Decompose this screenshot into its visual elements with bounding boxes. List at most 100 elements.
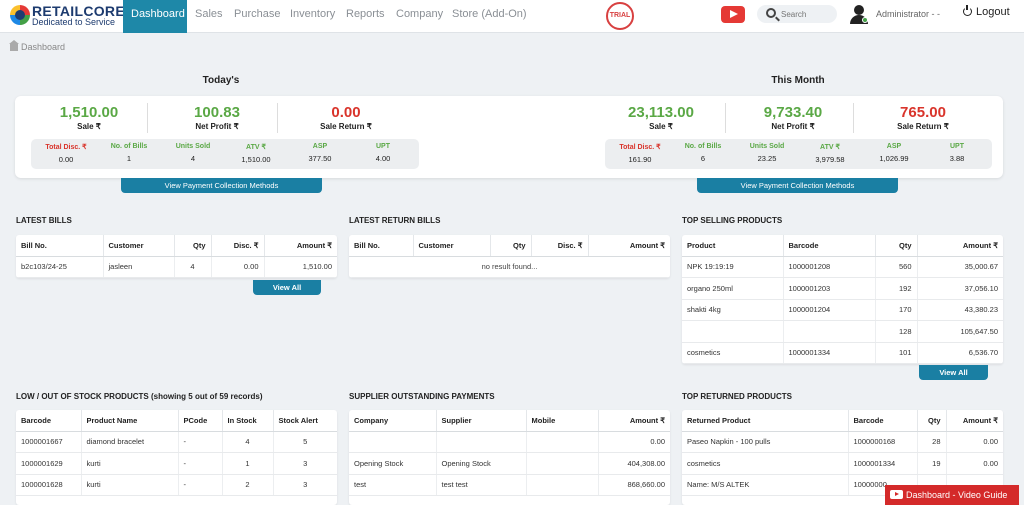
- column-header[interactable]: Amount ₹: [264, 235, 337, 257]
- month-sale-kpi: 23,113.00 Sale ₹: [596, 104, 726, 131]
- nav-inventory[interactable]: Inventory: [282, 0, 343, 33]
- home-icon: [9, 40, 19, 51]
- cell: 37,056.10: [917, 277, 1003, 300]
- stat-label: ASP: [312, 143, 328, 150]
- nav-purchase[interactable]: Purchase: [226, 0, 288, 33]
- search-box[interactable]: [757, 5, 837, 23]
- kpi-value: 9,733.40: [763, 104, 823, 121]
- video-guide-button[interactable]: Dashboard - Video Guide: [885, 485, 1019, 505]
- column-header[interactable]: Disc. ₹: [531, 235, 589, 257]
- cell: 1000001667: [16, 431, 82, 453]
- cell: organo 250ml: [682, 277, 784, 300]
- stat-label: Units Sold: [749, 143, 785, 150]
- cell: 35,000.67: [917, 256, 1003, 278]
- brand-tagline: Dedicated to Service: [32, 17, 116, 27]
- column-header[interactable]: Company: [349, 410, 437, 432]
- column-header[interactable]: Mobile: [526, 410, 599, 432]
- table-row[interactable]: shakti 4kg 1000001204 170 43,380.23: [682, 299, 1003, 321]
- column-header[interactable]: Bill No.: [16, 235, 104, 257]
- table-row[interactable]: 1000001629 kurti -1 3: [16, 452, 337, 475]
- table-row[interactable]: 128 105,647.50: [682, 320, 1003, 343]
- table-row[interactable]: 1000001628 kurti -2 3: [16, 474, 337, 496]
- column-header[interactable]: Amount ₹: [917, 235, 1003, 257]
- cell: [349, 431, 437, 453]
- table-row[interactable]: NPK 19:19:19 1000001208 560 35,000.67: [682, 256, 1003, 278]
- latest-bills-view-all-button[interactable]: View All: [253, 280, 321, 295]
- nav-sales[interactable]: Sales: [187, 0, 231, 33]
- column-header[interactable]: Customer: [103, 235, 175, 257]
- stat-label: Total Disc. ₹: [619, 144, 661, 151]
- column-header[interactable]: Qty: [174, 235, 212, 257]
- table-row[interactable]: test test test 868,660.00: [349, 474, 670, 496]
- column-header[interactable]: Amount ₹: [588, 235, 670, 257]
- column-header[interactable]: PCode: [178, 410, 223, 432]
- column-header[interactable]: Supplier: [436, 410, 527, 432]
- low-stock-title: LOW / OUT OF STOCK PRODUCTS (showing 5 o…: [16, 392, 263, 401]
- table-row[interactable]: 0.00: [349, 431, 670, 453]
- stat-value: 4: [190, 154, 196, 163]
- cell: 1000001208: [783, 256, 876, 278]
- column-header[interactable]: Returned Product: [682, 410, 849, 432]
- latest-returns-table: Bill No. Customer Qty Disc. ₹ Amount ₹ n…: [349, 235, 670, 278]
- cell: Opening Stock: [436, 452, 527, 475]
- nav-reports[interactable]: Reports: [338, 0, 393, 33]
- table-row[interactable]: cosmetics 1000001334 101 6,536.70: [682, 342, 1003, 364]
- column-header[interactable]: Qty: [875, 235, 918, 257]
- column-header[interactable]: Amount ₹: [598, 410, 670, 432]
- cell: 43,380.23: [917, 299, 1003, 321]
- cell: 19: [917, 452, 947, 475]
- column-header[interactable]: Customer: [413, 235, 491, 257]
- table-row[interactable]: b2c103/24-25 jasleen 4 0.00 1,510.00: [16, 256, 337, 278]
- cell: 0.00: [598, 431, 670, 453]
- column-header[interactable]: Qty: [917, 410, 947, 432]
- stat-label: No. of Bills: [110, 143, 148, 150]
- logout-button[interactable]: Logout: [963, 5, 1010, 18]
- supplier-outstanding-panel: Company Supplier Mobile Amount ₹ 0.00 Op…: [349, 410, 670, 505]
- search-input[interactable]: [781, 7, 833, 21]
- table-row[interactable]: organo 250ml 1000001203 192 37,056.10: [682, 277, 1003, 300]
- brand-logo[interactable]: RETAILCORE Dedicated to Service: [10, 3, 125, 29]
- column-header[interactable]: Product Name: [81, 410, 179, 432]
- cell: [526, 474, 599, 496]
- cell: 0.00: [211, 256, 265, 278]
- trial-seal: TRIAL: [606, 2, 634, 30]
- column-header[interactable]: Product: [682, 235, 784, 257]
- column-header[interactable]: Amount ₹: [946, 410, 1003, 432]
- column-header[interactable]: Qty: [490, 235, 532, 257]
- nav-store-addon[interactable]: Store (Add-On): [444, 0, 535, 33]
- column-header[interactable]: Barcode: [848, 410, 918, 432]
- column-header[interactable]: Barcode: [783, 235, 876, 257]
- cell: kurti: [81, 474, 179, 496]
- breadcrumb: Dashboard: [9, 40, 65, 52]
- today-payment-methods-button[interactable]: View Payment Collection Methods: [121, 178, 322, 193]
- month-payment-methods-button[interactable]: View Payment Collection Methods: [697, 178, 898, 193]
- table-row[interactable]: Paseo Napkin - 100 pulls 1000000168 28 0.00: [682, 431, 1003, 453]
- youtube-icon[interactable]: [721, 6, 745, 23]
- cell: 101: [875, 342, 918, 364]
- latest-returns-panel: Bill No. Customer Qty Disc. ₹ Amount ₹ n…: [349, 235, 670, 278]
- top-selling-view-all-button[interactable]: View All: [919, 365, 988, 380]
- column-header[interactable]: Disc. ₹: [211, 235, 265, 257]
- stat-label: No. of Bills: [684, 143, 722, 150]
- cell: Opening Stock: [349, 452, 437, 475]
- cell: [526, 452, 599, 475]
- stat-value: 0.00: [58, 155, 74, 164]
- column-header[interactable]: Barcode: [16, 410, 82, 432]
- user-name[interactable]: Administrator - -: [876, 9, 940, 19]
- stat-value: 377.50: [308, 154, 332, 163]
- user-avatar-icon[interactable]: [850, 5, 868, 25]
- cell: cosmetics: [682, 452, 849, 475]
- table-row[interactable]: cosmetics 1000001334 19 0.00: [682, 452, 1003, 475]
- table-row[interactable]: Opening Stock Opening Stock 404,308.00: [349, 452, 670, 475]
- nav-dashboard[interactable]: Dashboard: [123, 0, 187, 33]
- column-header[interactable]: Stock Alert: [273, 410, 337, 432]
- column-header[interactable]: Bill No.: [349, 235, 414, 257]
- nav-company[interactable]: Company: [388, 0, 451, 33]
- column-header[interactable]: In Stock: [222, 410, 274, 432]
- cell: NPK 19:19:19: [682, 256, 784, 278]
- bill-number[interactable]: b2c103/24-25: [16, 256, 104, 278]
- kpi-value: 765.00: [900, 104, 946, 121]
- table-row[interactable]: 1000001667 diamond bracelet -4 5: [16, 431, 337, 453]
- low-stock-table: Barcode Product Name PCode In Stock Stoc…: [16, 410, 337, 496]
- cell: cosmetics: [682, 342, 784, 364]
